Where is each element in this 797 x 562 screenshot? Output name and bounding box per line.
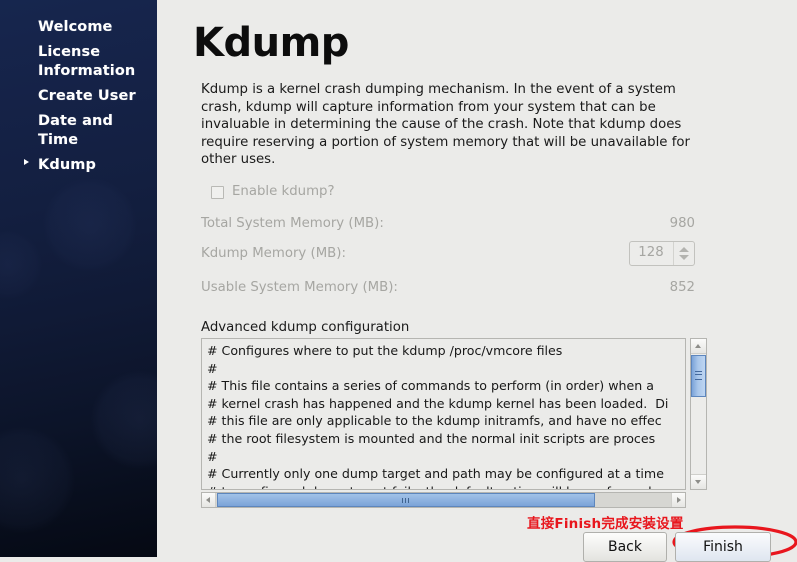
chevron-down-icon[interactable] bbox=[679, 255, 689, 260]
scrollbar-grip-icon bbox=[402, 498, 410, 503]
sidebar-nav: Welcome License Information Create User … bbox=[0, 18, 157, 181]
enable-kdump-row: Enable kdump? bbox=[201, 184, 695, 204]
sidebar-item-label: Create User bbox=[38, 88, 136, 104]
sidebar-item-label: Kdump bbox=[38, 157, 96, 173]
kdump-memory-stepper[interactable]: 128 bbox=[629, 241, 695, 266]
sidebar-item-label: Welcome bbox=[38, 19, 113, 35]
kdump-memory-label: Kdump Memory (MB): bbox=[201, 246, 346, 261]
total-memory-row: Total System Memory (MB): 980 bbox=[201, 215, 695, 235]
sidebar-item-label: License Information bbox=[38, 44, 136, 79]
usable-memory-value: 852 bbox=[669, 280, 695, 295]
config-textarea-content: # Configures where to put the kdump /pro… bbox=[207, 343, 669, 489]
finish-button[interactable]: Finish bbox=[675, 532, 771, 562]
page-description: Kdump is a kernel crash dumping mechanis… bbox=[201, 82, 690, 168]
sidebar: Welcome License Information Create User … bbox=[0, 0, 157, 557]
advanced-config-area: # Configures where to put the kdump /pro… bbox=[201, 338, 707, 508]
sidebar-item-label: Date and Time bbox=[38, 113, 113, 148]
scroll-up-icon[interactable] bbox=[691, 339, 706, 354]
horizontal-scrollbar-thumb[interactable] bbox=[217, 493, 595, 507]
sidebar-item-license-information[interactable]: License Information bbox=[0, 43, 157, 81]
back-button[interactable]: Back bbox=[583, 532, 667, 562]
usable-memory-label: Usable System Memory (MB): bbox=[201, 280, 398, 295]
usable-memory-row: Usable System Memory (MB): 852 bbox=[201, 279, 695, 299]
total-memory-value: 980 bbox=[669, 216, 695, 231]
enable-kdump-checkbox[interactable] bbox=[211, 186, 224, 199]
installer-window: Welcome License Information Create User … bbox=[0, 0, 797, 562]
scroll-left-icon[interactable] bbox=[202, 493, 216, 507]
advanced-config-label: Advanced kdump configuration bbox=[201, 320, 410, 335]
scroll-down-icon[interactable] bbox=[691, 474, 706, 489]
scrollbar-grip-icon bbox=[695, 371, 702, 380]
kdump-memory-input[interactable]: 128 bbox=[630, 245, 672, 260]
horizontal-scrollbar[interactable] bbox=[201, 492, 686, 508]
sidebar-item-welcome[interactable]: Welcome bbox=[0, 18, 157, 37]
page-title: Kdump bbox=[193, 20, 349, 66]
sidebar-item-date-and-time[interactable]: Date and Time bbox=[0, 112, 157, 150]
selected-arrow-icon bbox=[24, 159, 29, 165]
stepper-buttons[interactable] bbox=[673, 242, 694, 265]
chevron-up-icon[interactable] bbox=[679, 247, 689, 252]
total-memory-label: Total System Memory (MB): bbox=[201, 216, 384, 231]
kdump-memory-row: Kdump Memory (MB): 128 bbox=[201, 241, 695, 266]
sidebar-item-create-user[interactable]: Create User bbox=[0, 87, 157, 106]
scroll-right-icon[interactable] bbox=[671, 493, 685, 507]
enable-kdump-label: Enable kdump? bbox=[232, 184, 335, 199]
sidebar-item-kdump[interactable]: Kdump bbox=[0, 156, 157, 175]
vertical-scrollbar-thumb[interactable] bbox=[691, 355, 706, 397]
config-textarea[interactable]: # Configures where to put the kdump /pro… bbox=[201, 338, 686, 490]
main-content: Kdump Kdump is a kernel crash dumping me… bbox=[157, 0, 797, 562]
vertical-scrollbar[interactable] bbox=[690, 338, 707, 490]
annotation-text: 直接Finish完成安装设置 bbox=[527, 516, 684, 532]
